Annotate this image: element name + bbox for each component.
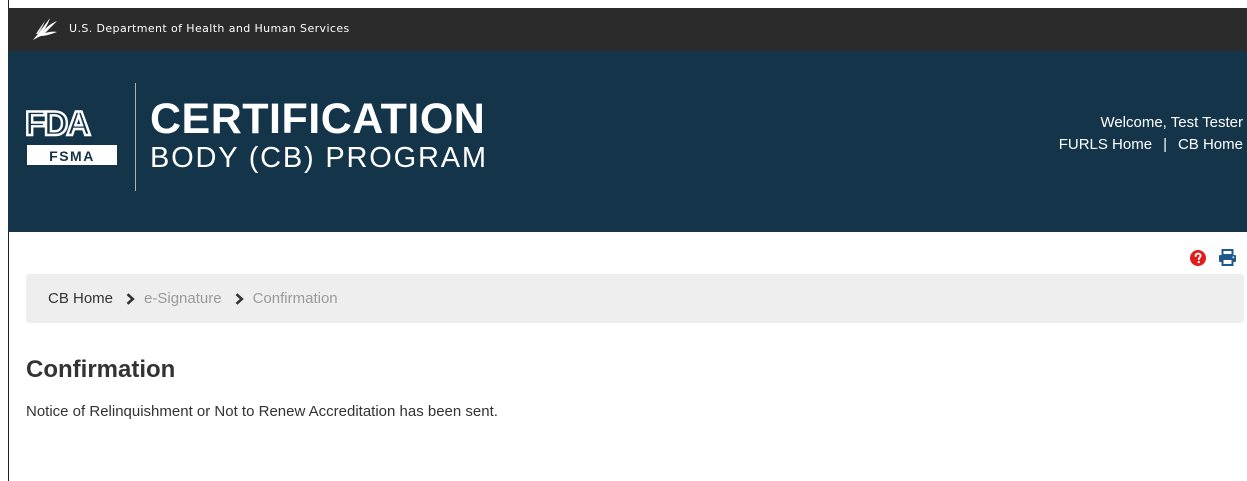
confirmation-message: Notice of Relinquishment or Not to Renew… bbox=[26, 403, 498, 420]
page-title: Confirmation bbox=[26, 356, 176, 383]
site-header: FDA FSMA CERTIFICATION BODY (CB) PROGRAM… bbox=[8, 51, 1247, 232]
program-title: CERTIFICATION bbox=[150, 95, 486, 143]
logo-divider bbox=[135, 83, 136, 191]
link-separator: | bbox=[1163, 136, 1167, 153]
print-icon[interactable] bbox=[1218, 249, 1237, 271]
chevron-right-icon bbox=[126, 292, 135, 305]
hhs-department-link[interactable]: U.S. Department of Health and Human Serv… bbox=[69, 22, 350, 35]
user-links: FURLS Home | CB Home bbox=[1059, 134, 1243, 156]
fda-fsma-logo[interactable]: FDA FSMA bbox=[24, 104, 120, 171]
cb-home-link[interactable]: CB Home bbox=[1178, 136, 1243, 153]
help-icon[interactable] bbox=[1190, 249, 1206, 271]
breadcrumb-cb-home[interactable]: CB Home bbox=[48, 290, 113, 307]
hhs-eagle-icon[interactable] bbox=[30, 14, 60, 49]
welcome-text: Welcome, Test Tester bbox=[1100, 114, 1243, 131]
chevron-right-icon bbox=[235, 292, 244, 305]
breadcrumb-e-signature: e-Signature bbox=[144, 290, 222, 307]
breadcrumb: CB Home e-Signature Confirmation bbox=[26, 274, 1244, 323]
breadcrumb-confirmation: Confirmation bbox=[252, 290, 338, 307]
hhs-top-bar: U.S. Department of Health and Human Serv… bbox=[8, 8, 1247, 51]
page-tools bbox=[1190, 249, 1237, 271]
program-subtitle: BODY (CB) PROGRAM bbox=[150, 142, 488, 174]
svg-text:FDA: FDA bbox=[25, 106, 90, 143]
furls-home-link[interactable]: FURLS Home bbox=[1059, 136, 1152, 153]
user-area: Welcome, Test Tester FURLS Home | CB Home bbox=[1059, 112, 1243, 156]
svg-text:FSMA: FSMA bbox=[49, 148, 95, 164]
